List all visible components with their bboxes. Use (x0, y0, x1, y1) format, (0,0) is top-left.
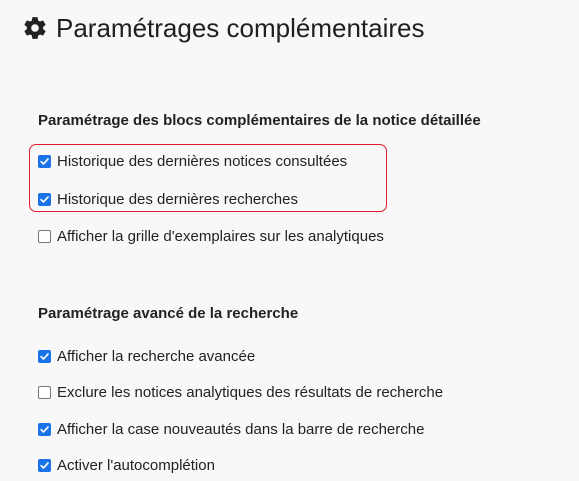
checkbox-checked[interactable] (38, 154, 51, 168)
option-new-items-checkbox[interactable]: Afficher la case nouveautés dans la barr… (38, 419, 424, 439)
checkbox-unchecked[interactable] (38, 385, 51, 399)
section-heading-notice-blocks: Paramétrage des blocs complémentaires de… (38, 112, 481, 129)
option-label: Afficher la grille d'exemplaires sur les… (57, 227, 384, 245)
option-label: Afficher la case nouveautés dans la barr… (57, 420, 425, 438)
checkbox-unchecked[interactable] (38, 229, 51, 243)
checkbox-checked[interactable] (38, 349, 51, 363)
option-exclude-analytics[interactable]: Exclure les notices analytiques des résu… (38, 382, 443, 402)
option-label: Activer l'autocomplétion (57, 456, 215, 474)
option-label: Exclure les notices analytiques des résu… (57, 383, 444, 401)
page-title-text: Paramétrages complémentaires (56, 13, 425, 43)
checkbox-checked[interactable] (38, 458, 51, 472)
option-copies-grid-analytics[interactable]: Afficher la grille d'exemplaires sur les… (38, 226, 384, 246)
option-label: Historique des dernières recherches (57, 190, 298, 208)
gear-icon (22, 15, 48, 41)
option-advanced-search[interactable]: Afficher la recherche avancée (38, 346, 255, 366)
option-label: Historique des dernières notices consult… (57, 152, 348, 170)
option-history-notices[interactable]: Historique des dernières notices consult… (38, 151, 347, 171)
section-heading-advanced-search: Paramétrage avancé de la recherche (38, 305, 299, 322)
option-autocomplete[interactable]: Activer l'autocomplétion (38, 455, 215, 475)
page-title: Paramétrages complémentaires (22, 10, 425, 46)
option-label: Afficher la recherche avancée (57, 347, 256, 365)
settings-page: Paramétrages complémentaires Paramétrage… (0, 0, 579, 481)
option-history-searches[interactable]: Historique des dernières recherches (38, 189, 298, 209)
checkbox-checked[interactable] (38, 192, 51, 206)
checkbox-checked[interactable] (38, 422, 51, 436)
